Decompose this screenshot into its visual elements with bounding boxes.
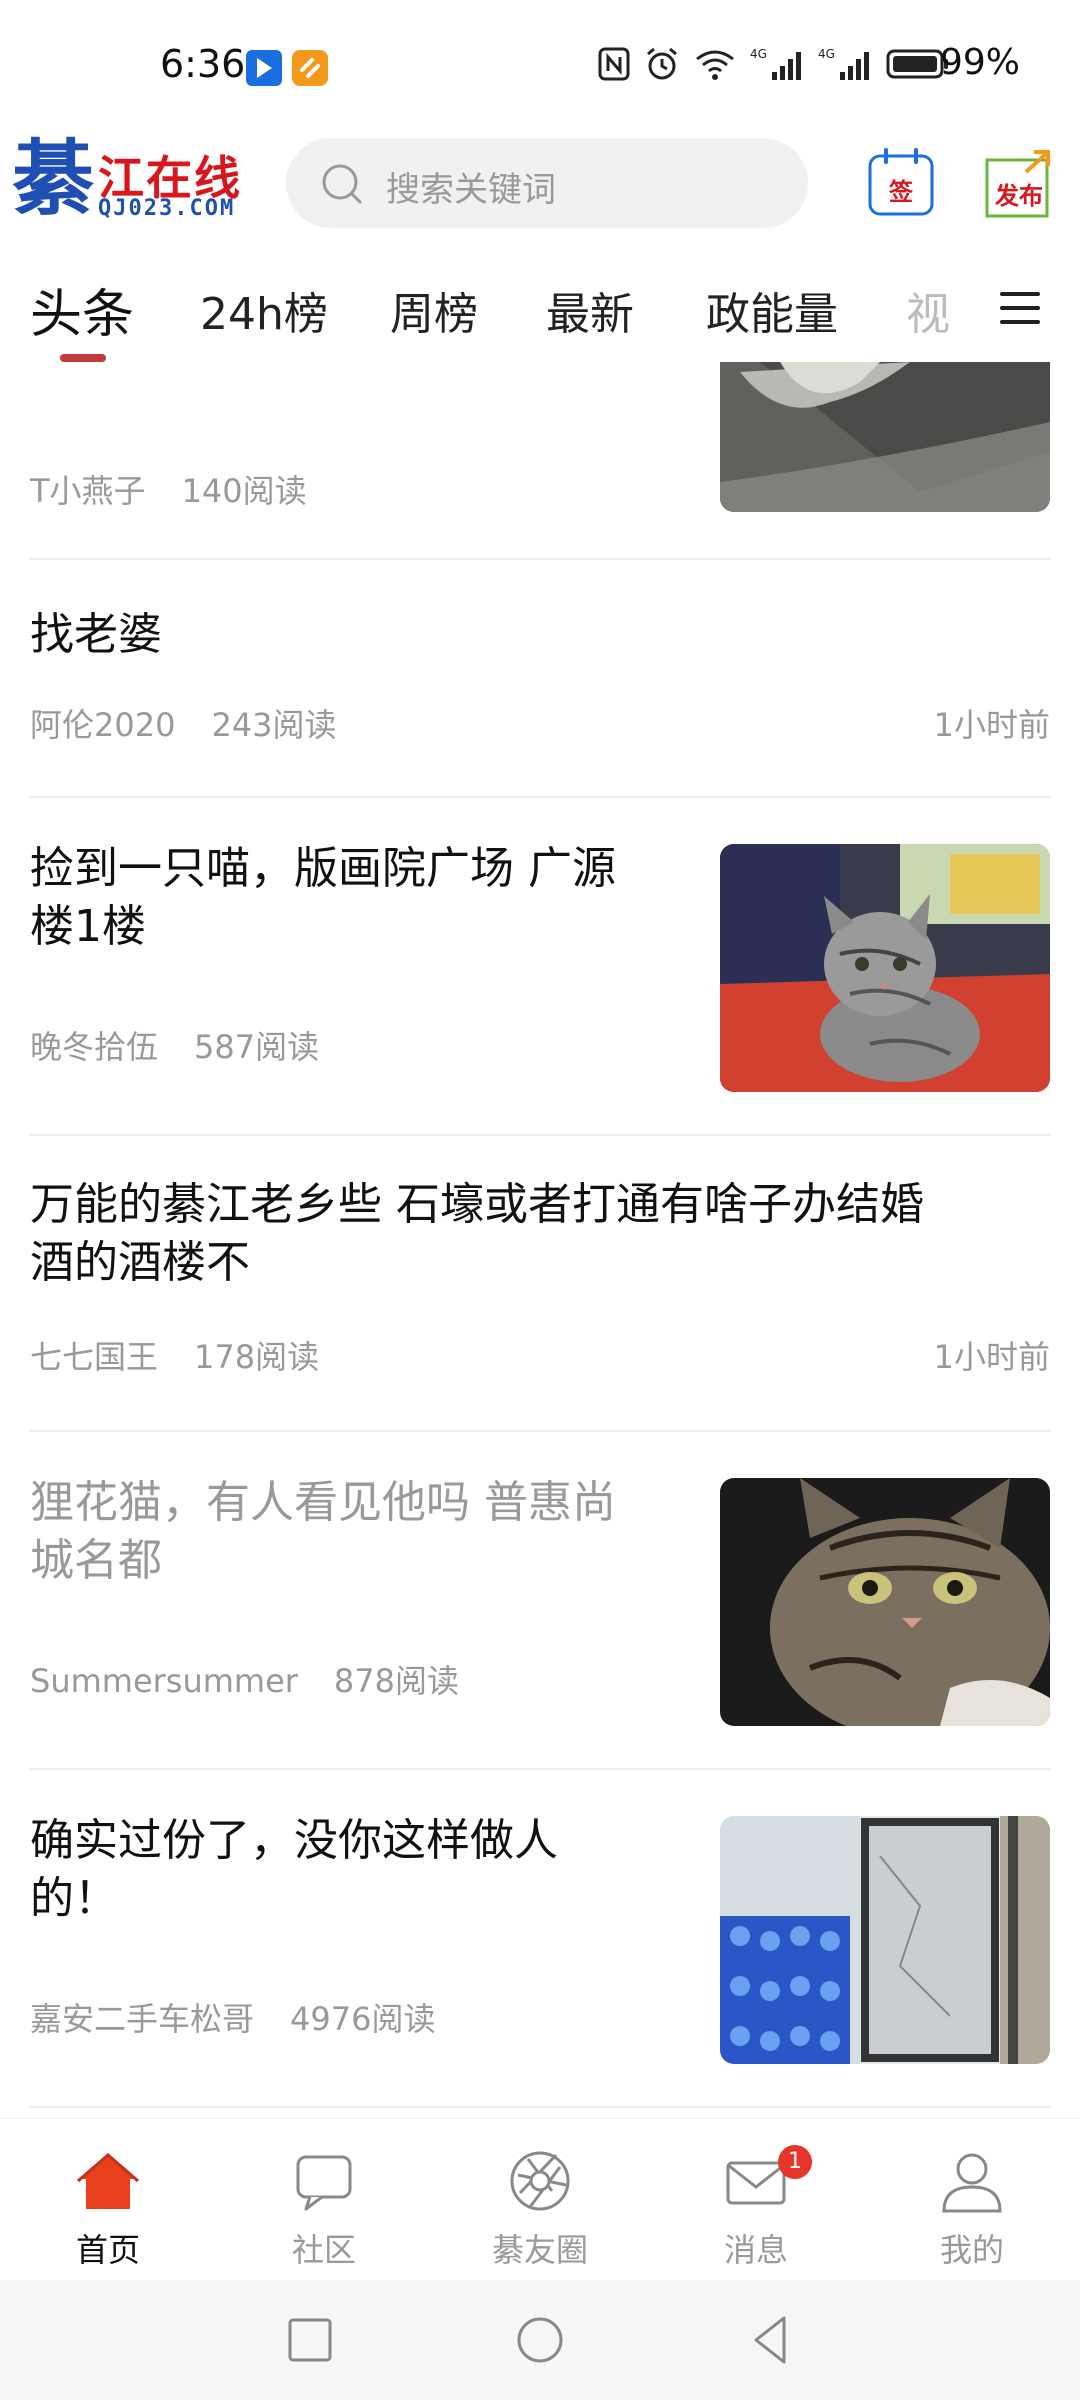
post-title-line: 的！ [30, 1873, 118, 1924]
post-meta: 晚冬拾伍 587阅读 [30, 1022, 319, 1068]
status-icons: 4G 4G [598, 44, 950, 84]
home-circle-icon[interactable] [510, 2310, 570, 2370]
post-author: T小燕子 [30, 472, 146, 510]
post-time: 1小时前 [933, 706, 1050, 744]
tab-24h[interactable]: 24h榜 [200, 278, 328, 342]
post-title-line: 城名都 [30, 1535, 162, 1586]
publish-button[interactable]: 发布 [984, 150, 1054, 220]
list-item[interactable]: T小燕子 140阅读 [0, 362, 1080, 560]
nav-profile[interactable]: 我的 [864, 2119, 1080, 2281]
chat-icon [296, 2155, 352, 2211]
search-icon [322, 164, 362, 204]
nav-label: 消息 [723, 2231, 788, 2269]
svg-text:4G: 4G [750, 47, 767, 61]
user-icon [942, 2153, 1002, 2213]
post-title: 捡到一只喵，版画院广场 广源 楼1楼 [30, 840, 690, 956]
post-meta: 嘉安二手车松哥 4976阅读 [30, 1994, 435, 2040]
post-thumbnail [720, 1816, 1050, 2064]
list-item[interactable]: 确实过份了，没你这样做人 的！ 嘉安二手车松哥 4976阅读 [0, 1770, 1080, 2110]
post-reads: 243阅读 [211, 706, 337, 744]
post-reads: 140阅读 [181, 472, 307, 510]
nfc-icon [598, 47, 630, 81]
nav-messages[interactable]: 1 消息 [648, 2119, 864, 2281]
post-title-line: 万能的綦江老乡些 石壕或者打通有啥子办结婚 [30, 1179, 924, 1230]
tab-weekly[interactable]: 周榜 [390, 278, 478, 342]
system-navigation-bar [0, 2280, 1080, 2400]
home-icon [77, 2153, 139, 2209]
nav-label: 我的 [939, 2231, 1004, 2269]
logo-character: 綦 [12, 131, 95, 227]
post-title-line: 确实过份了，没你这样做人 [30, 1815, 558, 1866]
tab-video[interactable]: 视 [906, 278, 950, 342]
post-reads: 4976阅读 [290, 2000, 436, 2038]
recent-apps-icon[interactable] [280, 2310, 340, 2370]
unread-badge: 1 [778, 2145, 812, 2179]
nav-home[interactable]: 首页 [0, 2119, 216, 2281]
list-item[interactable]: 万能的綦江老乡些 石壕或者打通有啥子办结婚 酒的酒楼不 七七国王 178阅读 1小… [0, 1136, 1080, 1432]
nav-label: 首页 [75, 2231, 140, 2269]
nav-moments[interactable]: 綦友圈 [432, 2119, 648, 2281]
post-reads: 178阅读 [194, 1338, 320, 1376]
list-item[interactable]: 狸花猫，有人看见他吗 普惠尚 城名都 Summersummer 878阅读 [0, 1432, 1080, 1770]
nav-community[interactable]: 社区 [216, 2119, 432, 2281]
logo-domain: QJ023.COM [98, 196, 236, 221]
post-title-line: 狸花猫，有人看见他吗 普惠尚 [30, 1477, 616, 1528]
alarm-icon [647, 47, 677, 80]
divider [30, 2106, 1050, 2108]
post-thumbnail [720, 362, 1050, 512]
post-title-line: 楼1楼 [30, 901, 146, 952]
sign-in-button[interactable]: 签 [866, 148, 936, 218]
nav-label: 社区 [291, 2231, 356, 2269]
post-meta: T小燕子 140阅读 [30, 466, 307, 512]
post-time: 1小时前 [933, 1338, 1050, 1376]
post-meta: 阿伦2020 243阅读 [30, 700, 337, 746]
back-triangle-icon[interactable] [740, 2310, 800, 2370]
tab-headlines[interactable]: 头条 [30, 272, 134, 347]
post-reads: 587阅读 [194, 1028, 320, 1066]
post-thumbnail [720, 1478, 1050, 1726]
post-title: 狸花猫，有人看见他吗 普惠尚 城名都 [30, 1474, 690, 1590]
signal-icon-2: 4G [818, 47, 869, 80]
aperture-icon [510, 2151, 570, 2211]
news-feed: T小燕子 140阅读 找老婆 阿伦2020 243阅读 1小时前 捡到一只喵，版画院… [0, 362, 1080, 2118]
list-item[interactable]: 捡到一只喵，版画院广场 广源 楼1楼 晚冬拾伍 587阅读 [0, 798, 1080, 1136]
post-author: 七七国王 [30, 1338, 159, 1376]
publish-label: 发布 [995, 182, 1043, 210]
post-title-line: 捡到一只喵，版画院广场 广源 [30, 843, 616, 894]
bottom-navigation: 首页 社区 綦友圈 1 消息 我的 [0, 2118, 1080, 2280]
post-title: 找老婆 [30, 609, 162, 660]
post-reads: 878阅读 [333, 1662, 460, 1700]
post-meta: 七七国王 178阅读 [30, 1332, 319, 1378]
post-author: 嘉安二手车松哥 [30, 2000, 255, 2038]
post-author: 晚冬拾伍 [30, 1028, 159, 1066]
tab-positive-energy[interactable]: 政能量 [706, 278, 838, 342]
list-item[interactable]: 找老婆 阿伦2020 243阅读 1小时前 [0, 560, 1080, 798]
wifi-icon [696, 50, 734, 80]
search-bar[interactable]: 搜索关键词 [286, 138, 808, 228]
post-title: 确实过份了，没你这样做人 的！ [30, 1812, 690, 1928]
post-thumbnail [720, 844, 1050, 1092]
app-notification-icon [246, 50, 282, 86]
nav-label: 綦友圈 [491, 2231, 588, 2269]
search-placeholder: 搜索关键词 [386, 170, 556, 210]
status-bar: 6:36 4G 4G 99% [0, 0, 1080, 130]
post-title-line: 酒的酒楼不 [30, 1237, 250, 1288]
status-time: 6:36 [160, 42, 246, 86]
app-notification-icon-2 [292, 50, 328, 86]
svg-text:4G: 4G [818, 47, 835, 61]
menu-icon[interactable] [998, 288, 1042, 328]
battery-percent: 99% [940, 42, 1021, 83]
sign-label: 签 [889, 178, 913, 206]
tab-latest[interactable]: 最新 [546, 278, 634, 342]
signal-icon: 4G [750, 47, 801, 80]
post-author: 阿伦2020 [30, 706, 176, 744]
post-author: Summersummer [30, 1662, 298, 1700]
active-tab-indicator [60, 354, 106, 362]
category-tabs: 头条 24h榜 周榜 最新 政能量 视 [0, 266, 1080, 362]
post-meta: Summersummer 878阅读 [30, 1656, 459, 1702]
site-logo[interactable]: 綦 江在线 QJ023.COM [12, 138, 244, 238]
post-title: 万能的綦江老乡些 石壕或者打通有啥子办结婚 酒的酒楼不 [30, 1176, 1050, 1292]
